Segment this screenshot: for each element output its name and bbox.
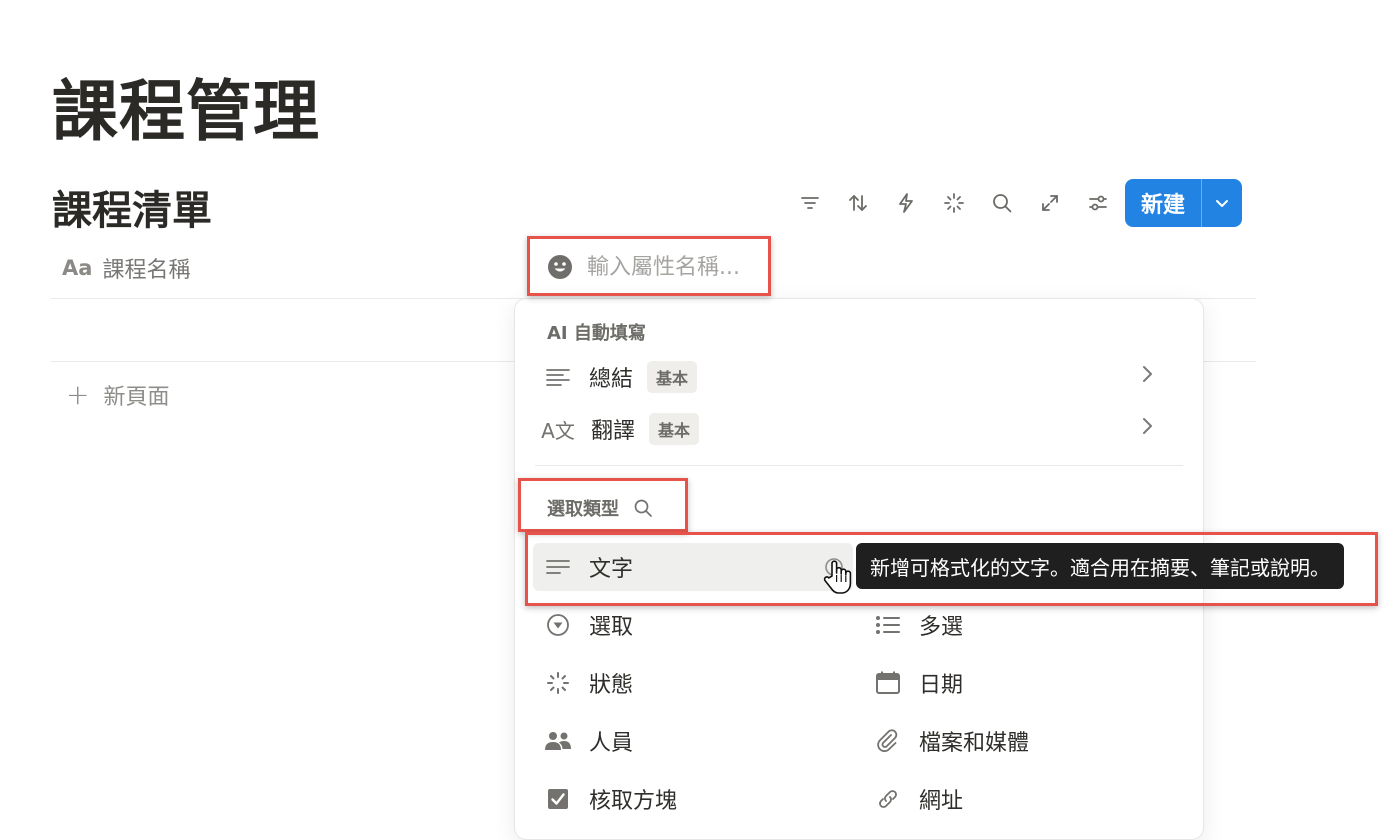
checkbox-icon	[543, 784, 573, 814]
chevron-right-icon	[1141, 363, 1155, 391]
column-header-label: 課程名稱	[102, 258, 191, 283]
database-title: 課程清單	[52, 188, 212, 234]
ai-autofill-section-label: AI 自動填寫	[547, 323, 646, 344]
paperclip-icon	[873, 726, 903, 756]
database-toolbar	[786, 186, 1122, 220]
type-item-label: 狀態	[589, 673, 634, 698]
menu-item-summary[interactable]: 總結 基本	[543, 355, 1183, 399]
new-page-button[interactable]: + 新頁面	[66, 378, 169, 411]
title-property-icon: Aa	[62, 256, 93, 280]
menu-item-label: 翻譯	[591, 419, 636, 444]
highlight-type-section	[518, 478, 688, 532]
ai-sparkle-icon[interactable]	[930, 186, 978, 220]
type-item-checkbox[interactable]: 核取方塊	[543, 777, 677, 821]
plan-badge: 基本	[649, 413, 700, 445]
translate-icon: A文	[541, 418, 575, 443]
column-header-title[interactable]: Aa 課程名稱	[62, 252, 190, 284]
automation-icon[interactable]	[882, 186, 930, 220]
settings-icon[interactable]	[1074, 186, 1122, 220]
chevron-right-icon	[1141, 415, 1155, 443]
link-icon	[873, 784, 903, 814]
type-item-label: 人員	[589, 731, 634, 756]
search-icon[interactable]	[978, 186, 1026, 220]
type-item-label: 日期	[919, 673, 964, 698]
type-item-date[interactable]: 日期	[873, 661, 963, 705]
type-item-label: 檔案和媒體	[919, 731, 1030, 756]
plus-icon: +	[66, 378, 90, 411]
highlight-property-name	[527, 236, 771, 296]
summary-lines-icon	[543, 362, 573, 392]
new-button-label[interactable]: 新建	[1125, 179, 1201, 227]
filter-icon[interactable]	[786, 186, 834, 220]
multi-select-icon	[873, 610, 903, 640]
type-item-select[interactable]: 選取	[543, 603, 633, 647]
calendar-icon	[873, 668, 903, 698]
type-item-label: 選取	[589, 615, 634, 640]
sort-icon[interactable]	[834, 186, 882, 220]
type-item-label: 核取方塊	[589, 789, 678, 814]
select-icon	[543, 610, 573, 640]
menu-item-label: 總結	[589, 367, 634, 392]
type-item-url[interactable]: 網址	[873, 777, 963, 821]
status-icon	[543, 668, 573, 698]
menu-item-translate[interactable]: A文 翻譯 基本	[541, 407, 1183, 451]
plan-badge: 基本	[647, 361, 698, 393]
people-icon	[543, 726, 573, 756]
menu-divider	[535, 465, 1183, 466]
type-item-label: 網址	[919, 789, 964, 814]
expand-icon[interactable]	[1026, 186, 1074, 220]
type-item-files[interactable]: 檔案和媒體	[873, 719, 1029, 763]
highlight-text-type-row	[525, 532, 1378, 606]
page-title: 課程管理	[52, 73, 320, 150]
type-item-status[interactable]: 狀態	[543, 661, 633, 705]
new-button[interactable]: 新建	[1125, 179, 1242, 227]
new-page-label: 新頁面	[103, 384, 170, 410]
type-item-multi-select[interactable]: 多選	[873, 603, 963, 647]
type-item-person[interactable]: 人員	[543, 719, 633, 763]
chevron-down-icon[interactable]	[1202, 179, 1242, 227]
type-item-label: 多選	[919, 615, 964, 640]
